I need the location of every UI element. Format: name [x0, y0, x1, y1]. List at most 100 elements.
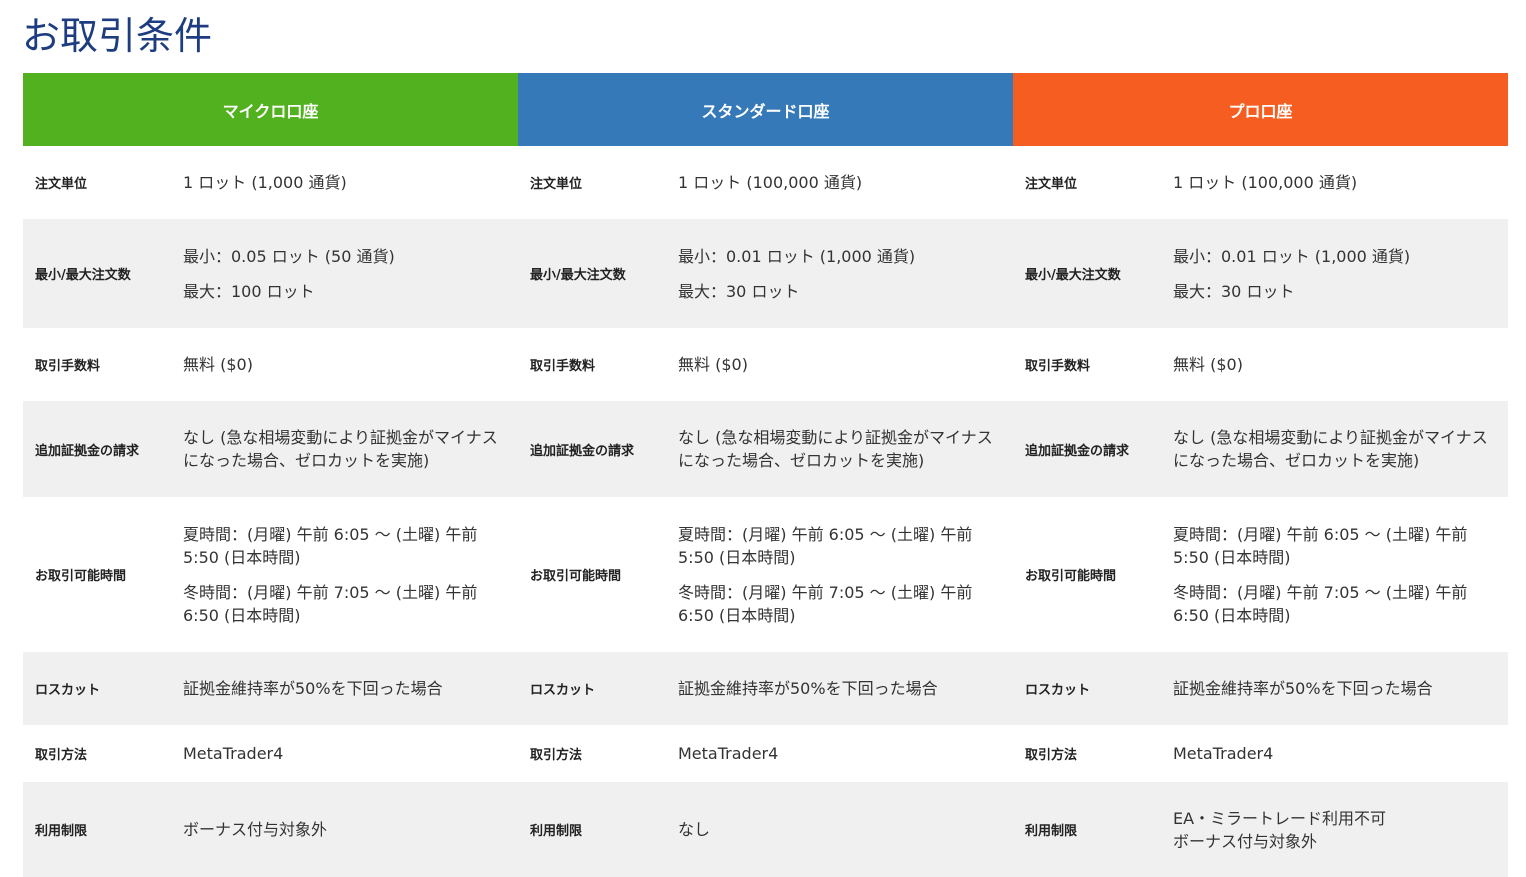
header-standard-account: スタンダード口座 — [518, 73, 1013, 146]
cell-standard: 取引手数料 無料 ($0) — [518, 328, 1013, 401]
cell-pro: 注文単位 1 ロット (100,000 通貨) — [1013, 146, 1508, 219]
cell-micro: 最小/最大注文数 最小：0.05 ロット (50 通貨) 最大：100 ロット — [23, 219, 518, 328]
cell-text: MetaTrader4 — [678, 744, 779, 763]
cell-text: MetaTrader4 — [1173, 744, 1274, 763]
row-label: 追加証拠金の請求 — [35, 443, 140, 459]
row-margin-call: 追加証拠金の請求 なし (急な相場変動により証拠金がマイナスになった場合、ゼロカッ… — [23, 401, 1508, 497]
cell-value: 1 ロット (100,000 通貨) — [678, 171, 1013, 194]
cell-text: なし (急な相場変動により証拠金がマイナスになった場合、ゼロカットを実施) — [678, 428, 993, 470]
row-label: 取引方法 — [530, 748, 583, 763]
header-micro-account: マイクロ口座 — [23, 73, 518, 146]
cell-text: なし (急な相場変動により証拠金がマイナスになった場合、ゼロカットを実施) — [183, 428, 498, 470]
cell-text: MetaTrader4 — [183, 744, 284, 763]
trading-conditions-table: マイクロ口座 スタンダード口座 プロ口座 注文単位 1 ロット (1,000 通貨… — [23, 73, 1508, 877]
cell-text: 最大：30 ロット — [678, 281, 800, 301]
cell-text: 無料 ($0) — [1173, 355, 1243, 374]
cell-value: 無料 ($0) — [1173, 353, 1508, 376]
cell-standard: 利用制限 なし — [518, 782, 1013, 877]
cell-text: 冬時間：(月曜) 午前 7:05 〜 (土曜) 午前 6:50 (日本時間) — [183, 582, 478, 625]
cell-micro: お取引可能時間 夏時間：(月曜) 午前 6:05 〜 (土曜) 午前 5:50 (… — [23, 497, 518, 652]
cell-value: 1 ロット (100,000 通貨) — [1173, 171, 1508, 194]
cell-standard: 注文単位 1 ロット (100,000 通貨) — [518, 146, 1013, 219]
cell-value: 証拠金維持率が50%を下回った場合 — [1173, 677, 1508, 700]
cell-text: 夏時間：(月曜) 午前 6:05 〜 (土曜) 午前 5:50 (日本時間) — [678, 524, 973, 567]
cell-text: 無料 ($0) — [678, 355, 748, 374]
cell-text: EA・ミラートレード利用不可 — [1173, 808, 1387, 828]
cell-standard: 取引方法 MetaTrader4 — [518, 725, 1013, 782]
cell-text: 証拠金維持率が50%を下回った場合 — [183, 679, 443, 698]
row-label: 利用制限 — [530, 824, 583, 839]
row-label: お取引可能時間 — [530, 569, 622, 584]
row-commission: 取引手数料 無料 ($0) 取引手数料 無料 ($0) 取引手数料 無料 ($0) — [23, 328, 1508, 401]
row-label: 取引方法 — [1025, 748, 1078, 763]
cell-value: 夏時間：(月曜) 午前 6:05 〜 (土曜) 午前 5:50 (日本時間) 冬時… — [1173, 523, 1508, 627]
cell-text: 1 ロット (100,000 通貨) — [678, 173, 863, 192]
cell-value: ボーナス付与対象外 — [183, 818, 518, 841]
row-label: ロスカット — [35, 683, 101, 698]
row-label: 最小/最大注文数 — [530, 268, 626, 283]
row-min-max-order: 最小/最大注文数 最小：0.05 ロット (50 通貨) 最大：100 ロット 最小… — [23, 219, 1508, 328]
account-header-row: マイクロ口座 スタンダード口座 プロ口座 — [23, 73, 1508, 146]
cell-text: ボーナス付与対象外 — [1173, 831, 1318, 851]
cell-pro: 追加証拠金の請求 なし (急な相場変動により証拠金がマイナスになった場合、ゼロカッ… — [1013, 401, 1508, 497]
cell-text: 証拠金維持率が50%を下回った場合 — [1173, 679, 1433, 698]
cell-pro: 取引方法 MetaTrader4 — [1013, 725, 1508, 782]
cell-value: EA・ミラートレード利用不可 ボーナス付与対象外 — [1173, 807, 1508, 853]
cell-standard: 追加証拠金の請求 なし (急な相場変動により証拠金がマイナスになった場合、ゼロカッ… — [518, 401, 1013, 497]
row-label: 取引方法 — [35, 748, 88, 763]
cell-text: 冬時間：(月曜) 午前 7:05 〜 (土曜) 午前 6:50 (日本時間) — [678, 582, 973, 625]
cell-micro: ロスカット 証拠金維持率が50%を下回った場合 — [23, 652, 518, 725]
cell-text: 無料 ($0) — [183, 355, 253, 374]
cell-value: 証拠金維持率が50%を下回った場合 — [678, 677, 1013, 700]
row-label: 注文単位 — [530, 177, 583, 192]
cell-value: なし (急な相場変動により証拠金がマイナスになった場合、ゼロカットを実施) — [678, 426, 1013, 472]
cell-text: 最小：0.01 ロット (1,000 通貨) — [678, 246, 916, 266]
row-label: ロスカット — [1025, 683, 1091, 698]
row-label: 注文単位 — [1025, 177, 1078, 192]
row-trading-hours: お取引可能時間 夏時間：(月曜) 午前 6:05 〜 (土曜) 午前 5:50 (… — [23, 497, 1508, 652]
row-label: 追加証拠金の請求 — [530, 443, 635, 459]
cell-text: 証拠金維持率が50%を下回った場合 — [678, 679, 938, 698]
row-loss-cut: ロスカット 証拠金維持率が50%を下回った場合 ロスカット 証拠金維持率が50%を下… — [23, 652, 1508, 725]
page-title: お取引条件 — [22, 14, 213, 58]
cell-text: 夏時間：(月曜) 午前 6:05 〜 (土曜) 午前 5:50 (日本時間) — [183, 524, 478, 567]
cell-text: 冬時間：(月曜) 午前 7:05 〜 (土曜) 午前 6:50 (日本時間) — [1173, 582, 1468, 625]
cell-pro: 利用制限 EA・ミラートレード利用不可 ボーナス付与対象外 — [1013, 782, 1508, 877]
cell-text: なし — [678, 820, 711, 839]
cell-value: なし (急な相場変動により証拠金がマイナスになった場合、ゼロカットを実施) — [1173, 426, 1508, 472]
cell-text: 1 ロット (1,000 通貨) — [183, 173, 347, 192]
row-label: ロスカット — [530, 683, 596, 698]
cell-micro: 取引手数料 無料 ($0) — [23, 328, 518, 401]
cell-standard: お取引可能時間 夏時間：(月曜) 午前 6:05 〜 (土曜) 午前 5:50 (… — [518, 497, 1013, 652]
cell-value: 無料 ($0) — [678, 353, 1013, 376]
cell-value: 最小：0.05 ロット (50 通貨) 最大：100 ロット — [183, 245, 518, 303]
cell-value: なし (急な相場変動により証拠金がマイナスになった場合、ゼロカットを実施) — [183, 426, 518, 472]
cell-micro: 注文単位 1 ロット (1,000 通貨) — [23, 146, 518, 219]
row-label: 取引手数料 — [530, 359, 596, 374]
header-pro-account: プロ口座 — [1013, 73, 1508, 146]
cell-standard: ロスカット 証拠金維持率が50%を下回った場合 — [518, 652, 1013, 725]
row-label: 最小/最大注文数 — [1025, 268, 1121, 283]
cell-text: なし (急な相場変動により証拠金がマイナスになった場合、ゼロカットを実施) — [1173, 428, 1488, 470]
cell-text: 最大：30 ロット — [1173, 281, 1295, 301]
cell-value: 夏時間：(月曜) 午前 6:05 〜 (土曜) 午前 5:50 (日本時間) 冬時… — [183, 523, 518, 627]
cell-pro: お取引可能時間 夏時間：(月曜) 午前 6:05 〜 (土曜) 午前 5:50 (… — [1013, 497, 1508, 652]
cell-value: 夏時間：(月曜) 午前 6:05 〜 (土曜) 午前 5:50 (日本時間) 冬時… — [678, 523, 1013, 627]
cell-text: 1 ロット (100,000 通貨) — [1173, 173, 1358, 192]
row-label: 利用制限 — [1025, 824, 1078, 839]
row-trading-method: 取引方法 MetaTrader4 取引方法 MetaTrader4 取引方法 Meta… — [23, 725, 1508, 782]
cell-micro: 取引方法 MetaTrader4 — [23, 725, 518, 782]
cell-text: 最小：0.01 ロット (1,000 通貨) — [1173, 246, 1411, 266]
cell-micro: 利用制限 ボーナス付与対象外 — [23, 782, 518, 877]
row-usage-restrictions: 利用制限 ボーナス付与対象外 利用制限 なし 利用制限 EA・ミラートレード利用不可ボ… — [23, 782, 1508, 877]
cell-value: MetaTrader4 — [1173, 742, 1508, 765]
cell-text: 最大：100 ロット — [183, 281, 315, 301]
cell-text: 夏時間：(月曜) 午前 6:05 〜 (土曜) 午前 5:50 (日本時間) — [1173, 524, 1468, 567]
row-label: 最小/最大注文数 — [35, 268, 131, 283]
cell-value: 最小：0.01 ロット (1,000 通貨) 最大：30 ロット — [678, 245, 1013, 303]
row-label: 追加証拠金の請求 — [1025, 443, 1130, 459]
cell-text: ボーナス付与対象外 — [183, 820, 328, 839]
row-label: 取引手数料 — [35, 359, 101, 374]
cell-value: 最小：0.01 ロット (1,000 通貨) 最大：30 ロット — [1173, 245, 1508, 303]
cell-value: MetaTrader4 — [183, 742, 518, 765]
